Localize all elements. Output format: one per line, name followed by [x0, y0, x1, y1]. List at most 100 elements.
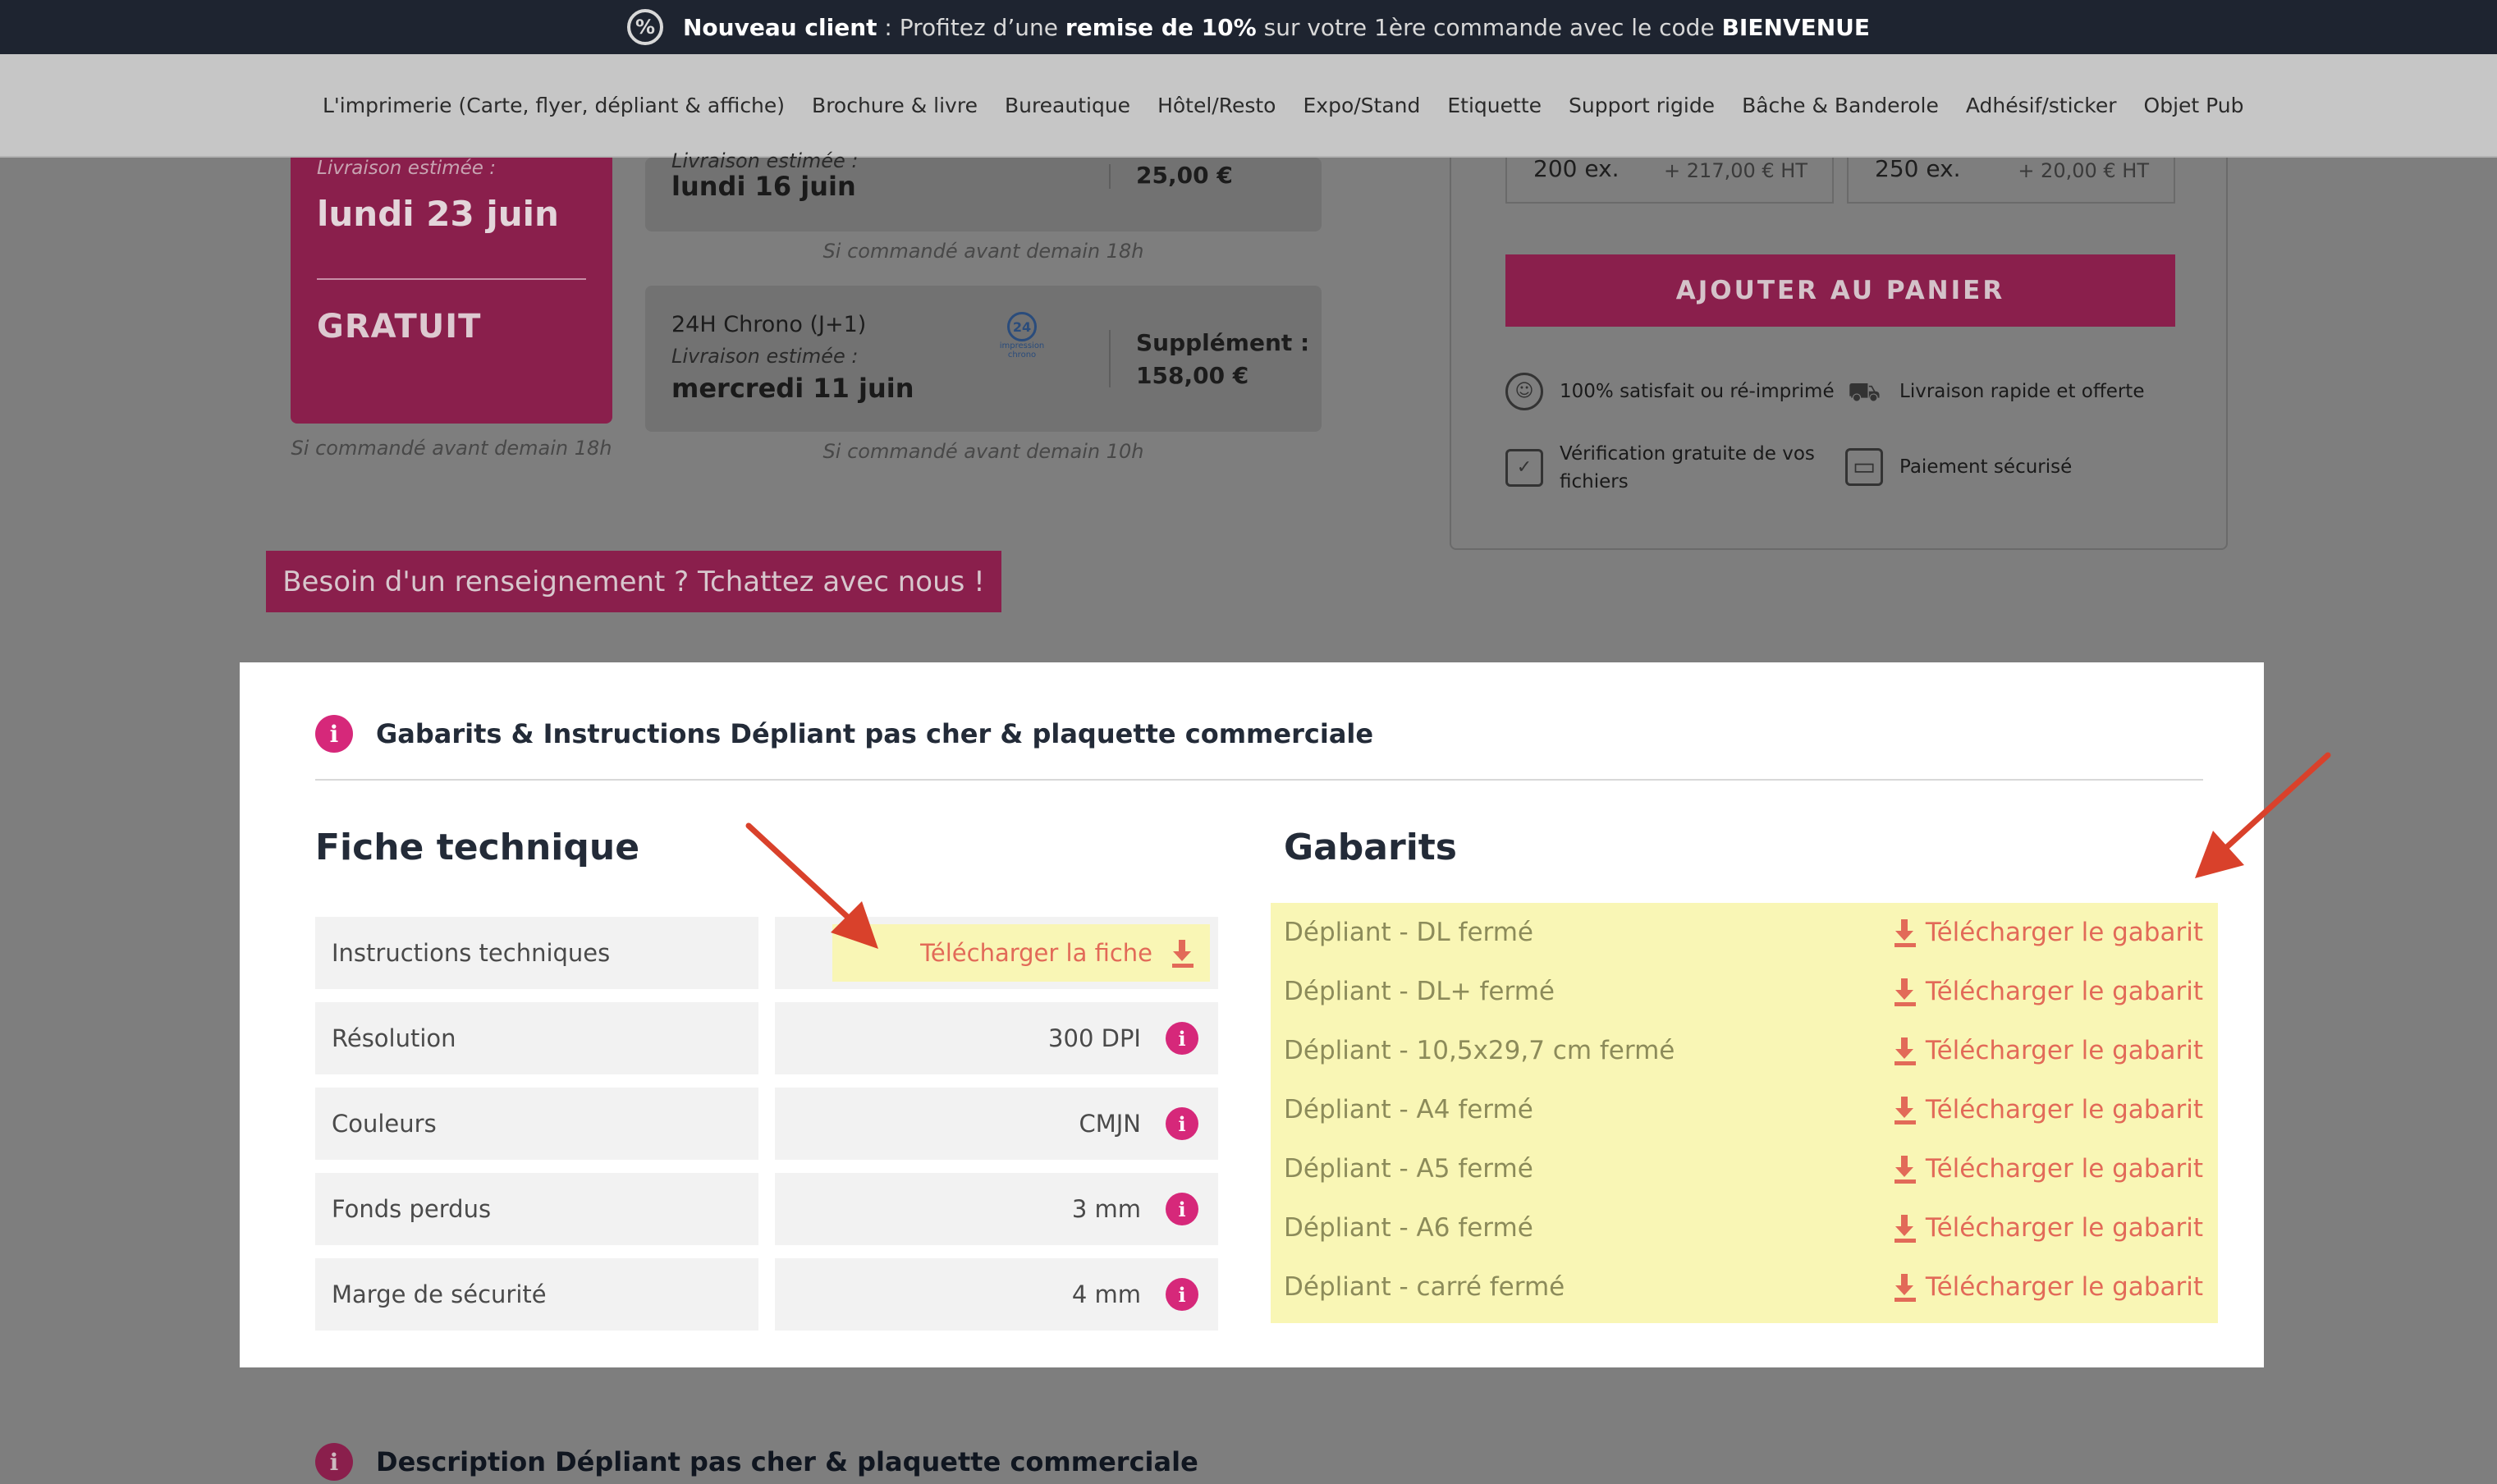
description-title: Description Dépliant pas cher & plaquett…	[376, 1446, 1198, 1477]
nav-item-expo[interactable]: Expo/Stand	[1303, 94, 1420, 117]
template-row: Dépliant - A6 fermé Télécharger le gabar…	[1284, 1198, 2203, 1257]
nav-item-bache[interactable]: Bâche & Banderole	[1742, 94, 1939, 117]
feature-satisfaction: ☺ 100% satisfait ou ré-imprimé	[1505, 373, 1835, 410]
promo-text-1: : Profitez d’une	[884, 13, 1059, 41]
template-row: Dépliant - carré fermé Télécharger le ga…	[1284, 1257, 2203, 1317]
divider	[1109, 330, 1111, 387]
template-name: Dépliant - carré fermé	[1284, 1272, 1565, 1302]
info-icon[interactable]: i	[1166, 1107, 1198, 1140]
template-name: Dépliant - DL fermé	[1284, 918, 1533, 947]
download-icon	[1893, 1272, 1917, 1302]
download-template-link[interactable]: Télécharger le gabarit	[1893, 918, 2203, 947]
promo-text-2: sur votre 1ère commande avec le code	[1263, 13, 1715, 41]
download-template-label: Télécharger le gabarit	[1925, 918, 2203, 947]
delivery-price: 25,00 €	[1136, 162, 1233, 189]
promo-lead: Nouveau client	[682, 13, 877, 41]
chrono-logo-line-1: impression	[999, 341, 1045, 350]
delivery-option-chrono[interactable]: 24H Chrono (J+1) Livraison estimée : mer…	[645, 286, 1322, 432]
nav-item-adhesif[interactable]: Adhésif/sticker	[1966, 94, 2117, 117]
delivery-label: Livraison estimée :	[671, 345, 859, 368]
download-template-link[interactable]: Télécharger le gabarit	[1893, 1272, 2203, 1302]
feature-text: 100% satisfait ou ré-imprimé	[1560, 381, 1835, 402]
download-icon	[1893, 1154, 1917, 1184]
divider	[315, 779, 2203, 781]
nav-item-objet-pub[interactable]: Objet Pub	[2144, 94, 2244, 117]
template-row: Dépliant - 10,5x29,7 cm fermé Télécharge…	[1284, 1021, 2203, 1080]
spec-label: Résolution	[315, 1002, 758, 1074]
feature-payment: ▭ Paiement sécurisé	[1845, 448, 2072, 486]
spec-label: Fonds perdus	[315, 1173, 758, 1245]
delivery-note-express: Si commandé avant demain 18h	[822, 240, 1144, 263]
delivery-price: 158,00 €	[1136, 362, 1249, 389]
quantity-option[interactable]: 200 ex. + 217,00 € HT	[1505, 158, 1834, 204]
download-template-label: Télécharger le gabarit	[1925, 1213, 2203, 1243]
promo-code: BIENVENUE	[1721, 13, 1871, 41]
delivery-note-chrono: Si commandé avant demain 10h	[822, 440, 1144, 463]
download-template-link[interactable]: Télécharger le gabarit	[1893, 977, 2203, 1006]
info-icon[interactable]: i	[1166, 1278, 1198, 1311]
template-name: Dépliant - A5 fermé	[1284, 1154, 1533, 1184]
nav-item-hotel[interactable]: Hôtel/Resto	[1157, 94, 1276, 117]
download-icon	[1893, 977, 1917, 1006]
info-icon[interactable]: i	[1166, 1193, 1198, 1225]
quantity-price: + 20,00 € HT	[2018, 159, 2149, 182]
info-icon: i	[315, 1443, 353, 1481]
info-icon[interactable]: i	[1166, 1022, 1198, 1055]
download-template-label: Télécharger le gabarit	[1925, 1272, 2203, 1302]
feature-text-line-2: fichiers	[1560, 471, 1629, 492]
templates-title: Gabarits	[1284, 827, 1457, 868]
discount-icon: %	[626, 9, 663, 45]
info-icon: i	[315, 715, 353, 753]
download-icon	[1893, 918, 1917, 947]
main-nav: L'imprimerie (Carte, flyer, dépliant & a…	[0, 54, 2497, 158]
delivery-option-express[interactable]: Livraison estimée : lundi 16 juin 25,00 …	[645, 149, 1322, 231]
divider	[317, 278, 586, 280]
nav-item-imprimerie[interactable]: L'imprimerie (Carte, flyer, dépliant & a…	[323, 94, 785, 117]
download-template-link[interactable]: Télécharger le gabarit	[1893, 1095, 2203, 1124]
chrono-logo-number: 24	[1007, 312, 1037, 341]
template-name: Dépliant - 10,5x29,7 cm fermé	[1284, 1036, 1675, 1065]
download-template-label: Télécharger le gabarit	[1925, 977, 2203, 1006]
chrono-logo-icon: 24 impression chrono	[998, 312, 1046, 360]
feature-text: Vérification gratuite de vos fichiers	[1560, 440, 1815, 496]
download-spec-button[interactable]: Télécharger la fiche	[832, 924, 1210, 982]
nav-item-etiquette[interactable]: Etiquette	[1447, 94, 1542, 117]
template-row: Dépliant - A4 fermé Télécharger le gabar…	[1284, 1080, 2203, 1139]
download-template-label: Télécharger le gabarit	[1925, 1154, 2203, 1184]
templates-list: Dépliant - DL fermé Télécharger le gabar…	[1271, 903, 2218, 1323]
annotation-arrow-left	[745, 822, 878, 949]
download-template-link[interactable]: Télécharger le gabarit	[1893, 1154, 2203, 1184]
spec-label: Instructions techniques	[315, 917, 758, 989]
order-panel: 200 ex. + 217,00 € HT 250 ex. + 20,00 € …	[1450, 158, 2228, 550]
feature-text: Paiement sécurisé	[1899, 456, 2073, 478]
spec-value: 4 mm	[1071, 1280, 1141, 1308]
promo-bar: % Nouveau client : Profitez d’une remise…	[0, 0, 2497, 54]
spec-value-cell: 3 mm i	[775, 1173, 1218, 1245]
smiley-icon: ☺	[1505, 373, 1543, 410]
template-name: Dépliant - A4 fermé	[1284, 1095, 1533, 1124]
promo-discount: remise de 10%	[1065, 13, 1257, 41]
spec-value-cell: CMJN i	[775, 1088, 1218, 1160]
delivery-option-free[interactable]: Livraison estimée : lundi 23 juin GRATUI…	[291, 158, 612, 424]
spec-value-cell: 300 DPI i	[775, 1002, 1218, 1074]
chat-button[interactable]: Besoin d'un renseignement ? Tchattez ave…	[266, 551, 1001, 612]
divider	[1109, 164, 1111, 189]
add-to-cart-button[interactable]: AJOUTER AU PANIER	[1505, 254, 2175, 327]
feature-text: Livraison rapide et offerte	[1899, 381, 2145, 402]
template-row: Dépliant - DL fermé Télécharger le gabar…	[1284, 903, 2203, 962]
nav-item-brochure[interactable]: Brochure & livre	[812, 94, 978, 117]
spec-label: Marge de sécurité	[315, 1258, 758, 1331]
delivery-label: Livraison estimée :	[317, 158, 497, 179]
template-name: Dépliant - A6 fermé	[1284, 1213, 1533, 1243]
quantity-option[interactable]: 250 ex. + 20,00 € HT	[1847, 158, 2175, 204]
feature-delivery: ⛟ Livraison rapide et offerte	[1845, 373, 2145, 410]
download-template-link[interactable]: Télécharger le gabarit	[1893, 1036, 2203, 1065]
template-row: Dépliant - DL+ fermé Télécharger le gaba…	[1284, 962, 2203, 1021]
nav-item-support[interactable]: Support rigide	[1569, 94, 1715, 117]
template-name: Dépliant - DL+ fermé	[1284, 977, 1555, 1006]
delivery-note-free: Si commandé avant demain 18h	[291, 437, 612, 460]
truck-icon: ⛟	[1847, 376, 1881, 407]
download-template-link[interactable]: Télécharger le gabarit	[1893, 1213, 2203, 1243]
nav-item-bureautique[interactable]: Bureautique	[1005, 94, 1130, 117]
credit-card-icon: ▭	[1845, 448, 1883, 486]
